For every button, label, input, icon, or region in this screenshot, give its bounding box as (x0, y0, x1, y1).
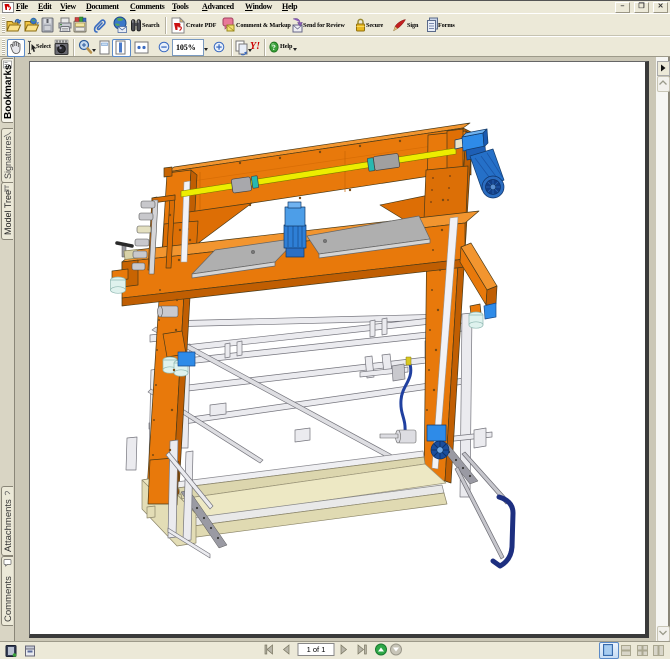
svg-text:1 of 1: 1 of 1 (307, 645, 326, 654)
svg-text:?: ? (272, 43, 276, 52)
